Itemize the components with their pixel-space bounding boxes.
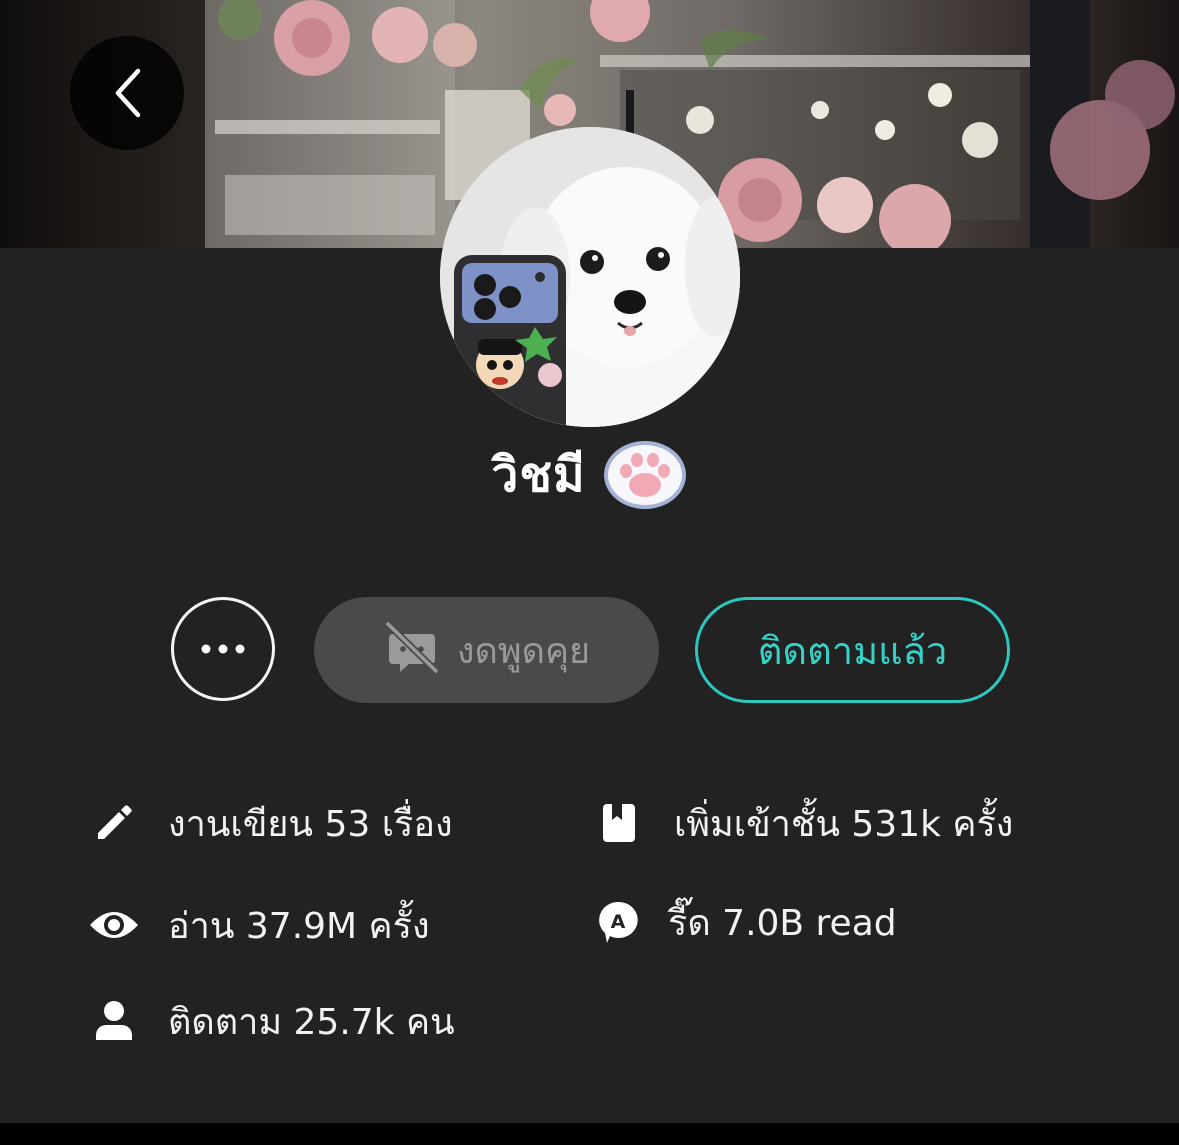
pencil-icon bbox=[86, 795, 142, 851]
stat-library-adds-text: เพิ่มเข้าชั้น 531k ครั้ง bbox=[674, 803, 1014, 845]
stat-library-adds: เพิ่มเข้าชั้น 531k ครั้ง bbox=[590, 793, 1013, 853]
stat-followers-text: ติดตาม 25.7k คน bbox=[168, 1001, 455, 1043]
stat-reads: อ่าน 37.9M ครั้ง bbox=[86, 895, 430, 955]
bottom-edge bbox=[0, 1123, 1179, 1145]
avatar[interactable] bbox=[440, 127, 740, 427]
stat-followers: ติดตาม 25.7k คน bbox=[86, 991, 455, 1051]
chat-disabled-button: งดพูดคุย bbox=[314, 597, 659, 703]
stat-works-text: งานเขียน 53 เรื่อง bbox=[168, 803, 453, 845]
chevron-left-icon bbox=[110, 67, 144, 119]
display-name: วิชมี bbox=[491, 447, 586, 503]
paw-icon bbox=[602, 440, 688, 510]
ellipsis-icon bbox=[198, 640, 248, 659]
speech-bubble-a-icon: A bbox=[590, 894, 646, 950]
profile-page: วิชมี งดพูดคุย ติดตามแล้ว งานเขียน 53 เร… bbox=[0, 0, 1179, 1145]
following-label: ติดตามแล้ว bbox=[757, 628, 948, 673]
eye-icon bbox=[86, 897, 142, 953]
person-icon bbox=[86, 993, 142, 1049]
following-button[interactable]: ติดตามแล้ว bbox=[695, 597, 1010, 703]
stat-read-coins-text: รี๊ด 7.0B read bbox=[668, 902, 897, 944]
stat-works: งานเขียน 53 เรื่อง bbox=[86, 793, 453, 853]
back-button[interactable] bbox=[70, 36, 184, 150]
stat-read-coins: A รี๊ด 7.0B read bbox=[590, 892, 897, 952]
svg-text:A: A bbox=[611, 911, 626, 933]
name-row: วิชมี bbox=[0, 440, 1179, 510]
bookmark-book-icon bbox=[590, 795, 646, 851]
stat-reads-text: อ่าน 37.9M ครั้ง bbox=[168, 905, 430, 947]
chat-disabled-label: งดพูดคุย bbox=[456, 630, 591, 672]
chat-off-icon bbox=[383, 620, 441, 680]
more-options-button[interactable] bbox=[171, 597, 275, 701]
